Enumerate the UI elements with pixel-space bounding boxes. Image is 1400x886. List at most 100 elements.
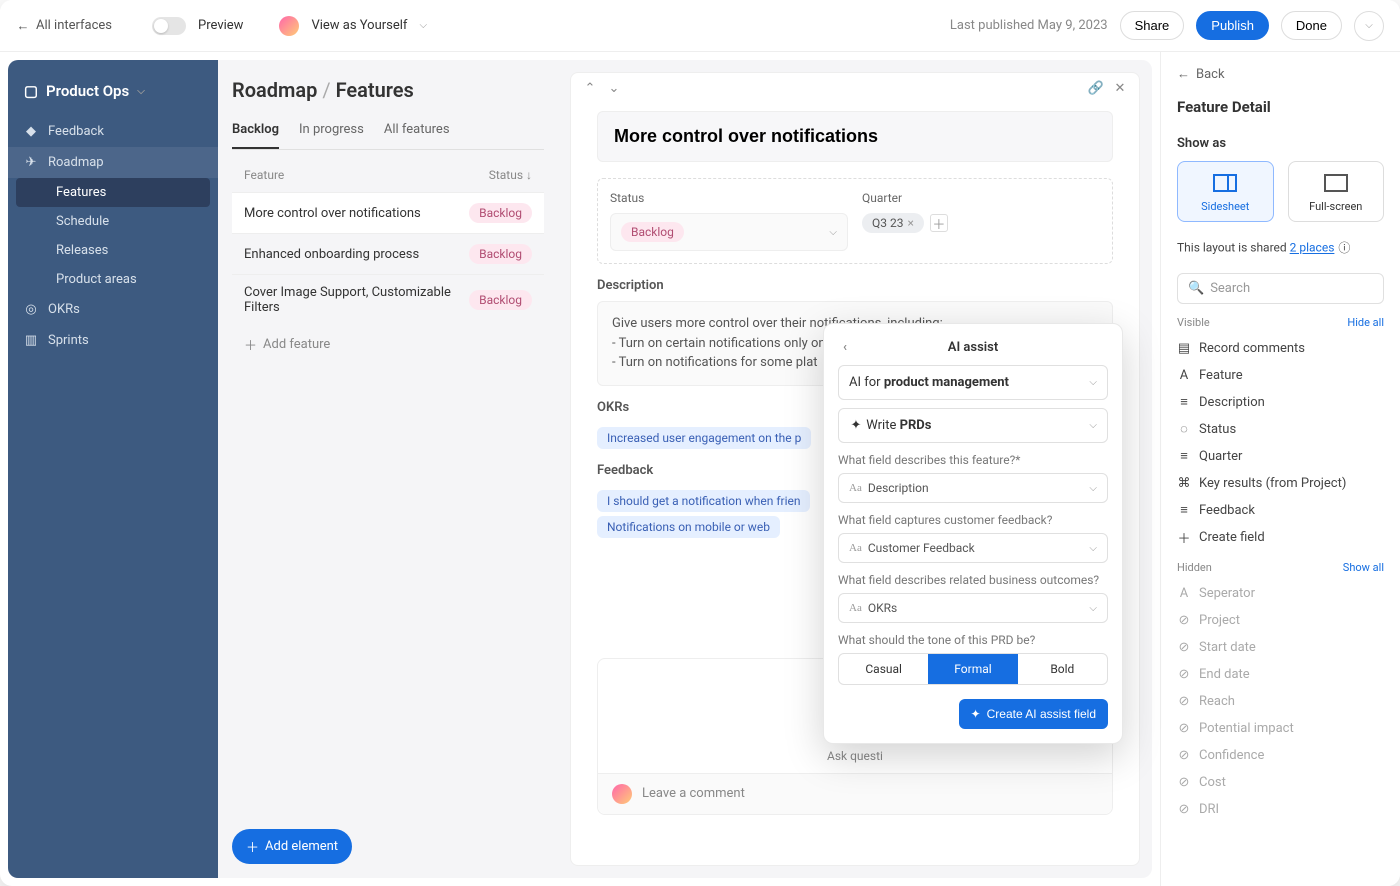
quarter-chip[interactable]: Q3 23 × bbox=[862, 213, 924, 233]
feature-cell: Cover Image Support, Customizable Filter… bbox=[244, 285, 469, 315]
sidebar-item-roadmap[interactable]: ✈ Roadmap bbox=[8, 147, 218, 178]
publish-button[interactable]: Publish bbox=[1196, 11, 1269, 40]
ai-context-select[interactable]: AI for product management ⌵ bbox=[838, 365, 1108, 400]
remove-icon[interactable]: × bbox=[907, 216, 913, 230]
field-key-results[interactable]: ⌘Key results (from Project) bbox=[1177, 470, 1384, 497]
layout-sidesheet[interactable]: Sidesheet bbox=[1177, 161, 1274, 222]
field-status[interactable]: ◌Status bbox=[1177, 416, 1384, 443]
workspace-switcher[interactable]: ▢ Product Ops ⌵ bbox=[8, 76, 218, 116]
sparkle-icon: ✦ bbox=[849, 419, 863, 433]
chevron-up-icon[interactable]: ⌃ bbox=[583, 81, 597, 95]
status-badge: Backlog bbox=[469, 203, 532, 223]
chevron-down-icon[interactable]: ⌄ bbox=[607, 81, 621, 95]
field-dri[interactable]: ⊘DRI bbox=[1177, 796, 1384, 823]
status-select[interactable]: Backlog ⌵ bbox=[610, 213, 848, 251]
description-label: Description bbox=[597, 278, 1113, 293]
ai-field-okrs[interactable]: AaOKRs⌵ bbox=[838, 593, 1108, 623]
view-as-label[interactable]: View as Yourself bbox=[311, 18, 407, 33]
field-feature[interactable]: AFeature bbox=[1177, 362, 1384, 389]
ai-field-feedback[interactable]: AaCustomer Feedback⌵ bbox=[838, 533, 1108, 563]
field-project[interactable]: ⊘Project bbox=[1177, 607, 1384, 634]
layout-fullscreen[interactable]: Full-screen bbox=[1288, 161, 1385, 222]
ai-q2: What field captures customer feedback? bbox=[838, 513, 1108, 527]
shared-note: This layout is shared 2 places ⓘ bbox=[1177, 240, 1384, 255]
feature-cell: More control over notifications bbox=[244, 206, 469, 221]
tone-selector: Casual Formal Bold bbox=[838, 653, 1108, 685]
status-field-label: Status bbox=[610, 191, 848, 205]
config-back-button[interactable]: ← Back bbox=[1177, 66, 1384, 82]
field-seperator[interactable]: ASeperator bbox=[1177, 580, 1384, 607]
col-status[interactable]: Status ↓ bbox=[489, 168, 532, 182]
field-search-input[interactable]: 🔍 Search bbox=[1177, 273, 1384, 304]
sidebar-subitem-schedule[interactable]: Schedule bbox=[16, 207, 210, 236]
col-feature[interactable]: Feature bbox=[244, 168, 489, 182]
breadcrumb: Roadmap / Features bbox=[232, 78, 544, 102]
link-icon[interactable]: 🔗 bbox=[1089, 81, 1103, 95]
chevron-down-icon: ⌵ bbox=[829, 227, 837, 238]
field-end-date[interactable]: ⊘End date bbox=[1177, 661, 1384, 688]
chevron-down-icon: ⌵ bbox=[1089, 543, 1097, 554]
sidebar-item-feedback[interactable]: ◆ Feedback bbox=[8, 116, 218, 147]
eye-off-icon: ⊘ bbox=[1177, 775, 1191, 789]
record-detail-panel: ⌃ ⌄ 🔗 ✕ Status Backlog ⌵ bbox=[570, 72, 1140, 866]
field-feedback[interactable]: ≡Feedback bbox=[1177, 497, 1384, 524]
comment-input[interactable]: Leave a comment bbox=[642, 786, 1098, 801]
field-potential-impact[interactable]: ⊘Potential impact bbox=[1177, 715, 1384, 742]
shared-places-link[interactable]: 2 places bbox=[1290, 241, 1335, 255]
ai-back-button[interactable]: ‹ bbox=[838, 341, 852, 355]
sidebar-item-okrs[interactable]: ◎ OKRs bbox=[8, 294, 218, 325]
tone-casual[interactable]: Casual bbox=[839, 654, 928, 684]
close-icon[interactable]: ✕ bbox=[1113, 81, 1127, 95]
tab-all-features[interactable]: All features bbox=[384, 116, 450, 149]
table-row[interactable]: More control over notifications Backlog bbox=[232, 192, 544, 233]
sidebar-subitem-product-areas[interactable]: Product areas bbox=[16, 265, 210, 294]
feedback-chip[interactable]: Notifications on mobile or web bbox=[597, 516, 780, 538]
field-cost[interactable]: ⊘Cost bbox=[1177, 769, 1384, 796]
table-row[interactable]: Cover Image Support, Customizable Filter… bbox=[232, 274, 544, 325]
sidebar-item-sprints[interactable]: ▥ Sprints bbox=[8, 325, 218, 356]
create-ai-field-button[interactable]: ✦Create AI assist field bbox=[959, 699, 1108, 729]
rocket-icon: ✈ bbox=[24, 156, 38, 170]
show-all-button[interactable]: Show all bbox=[1343, 561, 1384, 574]
sidebar-subitem-features[interactable]: Features bbox=[16, 178, 210, 207]
field-confidence[interactable]: ⊘Confidence bbox=[1177, 742, 1384, 769]
more-menu-button[interactable]: ⌵ bbox=[1354, 11, 1384, 41]
field-quarter[interactable]: ≡Quarter bbox=[1177, 443, 1384, 470]
create-field-button[interactable]: ＋Create field bbox=[1177, 524, 1384, 551]
tone-bold[interactable]: Bold bbox=[1018, 654, 1107, 684]
tone-formal[interactable]: Formal bbox=[928, 654, 1017, 684]
preview-toggle[interactable] bbox=[152, 17, 186, 35]
feedback-chip[interactable]: I should get a notification when frien bbox=[597, 490, 810, 512]
chevron-down-icon: ⌵ bbox=[1089, 483, 1097, 494]
record-title-input[interactable] bbox=[597, 111, 1113, 162]
table-row[interactable]: Enhanced onboarding process Backlog bbox=[232, 233, 544, 274]
sidesheet-icon bbox=[1213, 174, 1237, 192]
tab-in-progress[interactable]: In progress bbox=[299, 116, 364, 149]
ai-action-select[interactable]: ✦ Write PRDs ⌵ bbox=[838, 408, 1108, 443]
breadcrumb-parent[interactable]: Roadmap bbox=[232, 78, 317, 102]
field-reach[interactable]: ⊘Reach bbox=[1177, 688, 1384, 715]
field-start-date[interactable]: ⊘Start date bbox=[1177, 634, 1384, 661]
sidebar-subitem-releases[interactable]: Releases bbox=[16, 236, 210, 265]
field-record-comments[interactable]: ▤Record comments bbox=[1177, 335, 1384, 362]
ai-assist-panel: ‹ AI assist AI for product management ⌵ … bbox=[823, 323, 1123, 744]
tab-backlog[interactable]: Backlog bbox=[232, 116, 279, 149]
hide-all-button[interactable]: Hide all bbox=[1347, 316, 1384, 329]
preview-label: Preview bbox=[198, 18, 243, 33]
ai-field-description[interactable]: AaDescription⌵ bbox=[838, 473, 1108, 503]
ai-q4: What should the tone of this PRD be? bbox=[838, 633, 1108, 647]
done-button[interactable]: Done bbox=[1281, 11, 1342, 40]
okr-chip[interactable]: Increased user engagement on the p bbox=[597, 427, 811, 449]
search-icon: 🔍 bbox=[1188, 281, 1204, 296]
share-button[interactable]: Share bbox=[1120, 11, 1185, 40]
ai-assist-title: AI assist bbox=[948, 340, 998, 355]
add-element-button[interactable]: ＋ Add element bbox=[232, 829, 352, 864]
plus-icon[interactable]: ＋ bbox=[930, 214, 948, 232]
text-icon: Aa bbox=[849, 542, 862, 554]
back-to-interfaces[interactable]: ← All interfaces bbox=[16, 18, 112, 33]
config-title: Feature Detail bbox=[1177, 98, 1384, 116]
add-feature-button[interactable]: ＋ Add feature bbox=[232, 325, 544, 364]
field-description[interactable]: ≡Description bbox=[1177, 389, 1384, 416]
info-icon[interactable]: ⓘ bbox=[1337, 240, 1351, 254]
sidebar: ▢ Product Ops ⌵ ◆ Feedback ✈ Roadmap Fea… bbox=[8, 60, 218, 878]
